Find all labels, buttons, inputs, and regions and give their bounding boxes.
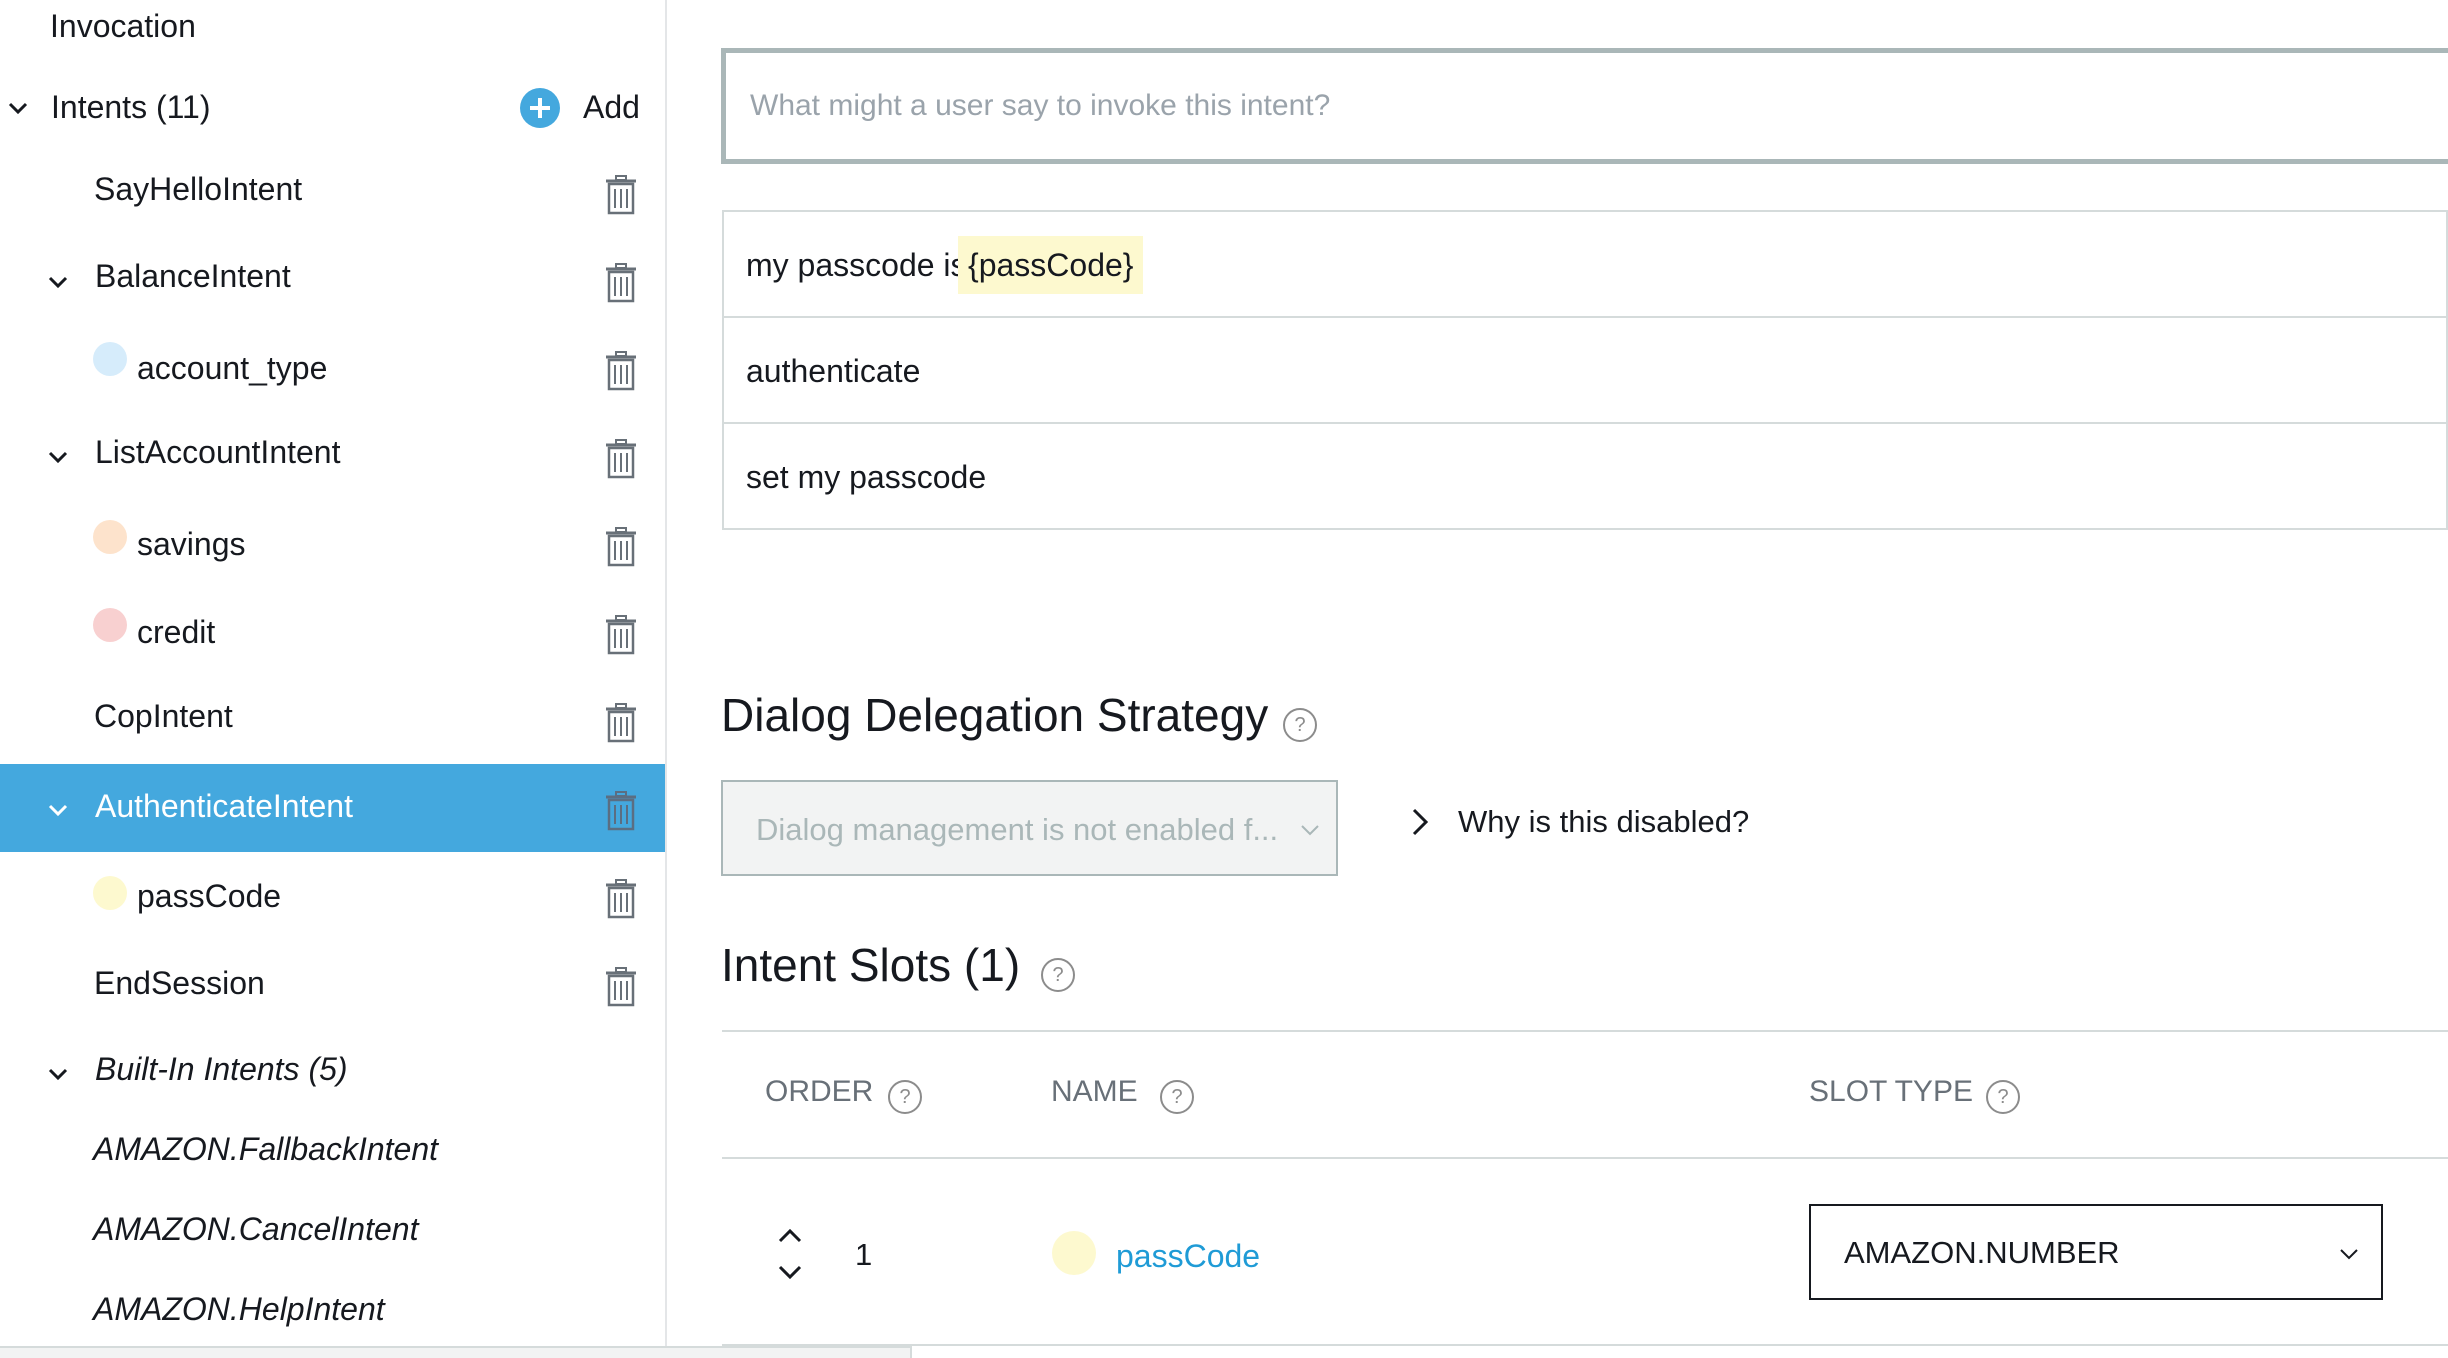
- horizontal-scrollbar[interactable]: [0, 1346, 912, 1358]
- trash-icon[interactable]: [604, 879, 638, 919]
- help-icon[interactable]: ?: [1283, 708, 1317, 742]
- help-icon[interactable]: ?: [888, 1080, 922, 1114]
- sidebar-item-label: BalanceIntent: [95, 258, 291, 294]
- chevron-up-icon[interactable]: [774, 1223, 806, 1247]
- sidebar-item-account-type[interactable]: account_type: [0, 324, 665, 410]
- chevron-down-icon[interactable]: [2, 92, 34, 124]
- slot-color-dot: [93, 520, 127, 554]
- utterance-input-box: [721, 48, 2448, 164]
- utterance-text: my passcode is: [746, 247, 967, 283]
- sidebar-item-label: EndSession: [94, 965, 265, 1001]
- help-icon[interactable]: ?: [1986, 1080, 2020, 1114]
- table-row: 1 passCode AMAZON.NUMBER: [722, 1159, 2448, 1344]
- sidebar-item-label: AuthenticateIntent: [95, 788, 353, 824]
- slot-color-dot: [93, 342, 127, 376]
- help-icon[interactable]: ?: [1160, 1080, 1194, 1114]
- trash-icon[interactable]: [604, 439, 638, 479]
- sidebar-item-listaccountintent[interactable]: ListAccountIntent: [0, 412, 665, 498]
- sidebar-item-endsession[interactable]: EndSession: [0, 940, 665, 1026]
- dialog-delegation-select: Dialog management is not enabled f...: [721, 780, 1338, 876]
- sidebar-item-label: savings: [137, 526, 246, 562]
- add-intent-button[interactable]: Add: [519, 84, 649, 130]
- chevron-down-icon[interactable]: [42, 266, 74, 298]
- utterance-input[interactable]: [748, 83, 2352, 129]
- trash-icon[interactable]: [604, 967, 638, 1007]
- intents-sidebar: Invocation Intents (11) Add SayHelloInte…: [0, 0, 667, 1358]
- column-header-order: ORDER: [765, 1075, 874, 1108]
- sidebar-item-sayhellointent[interactable]: SayHelloIntent: [0, 150, 665, 236]
- sidebar-item-label: ListAccountIntent: [95, 434, 341, 470]
- intents-header-label[interactable]: Intents (11): [51, 87, 210, 127]
- trash-icon[interactable]: [604, 527, 638, 567]
- chevron-down-icon[interactable]: [42, 441, 74, 473]
- slots-table-bottom-border: [722, 1344, 2448, 1346]
- slot-order-value: 1: [855, 1237, 873, 1272]
- slot-token[interactable]: {passCode}: [958, 236, 1144, 294]
- sidebar-item-passcode[interactable]: passCode: [0, 852, 665, 938]
- utterance-text: set my passcode: [746, 459, 987, 495]
- trash-icon[interactable]: [604, 615, 638, 655]
- utterance-text: authenticate: [746, 353, 921, 389]
- slot-color-dot: [1052, 1231, 1096, 1275]
- slots-table-top-border: [722, 1030, 2448, 1032]
- dialog-delegation-heading: Dialog Delegation Strategy: [721, 689, 1269, 741]
- trash-icon[interactable]: [604, 791, 638, 831]
- sidebar-item-credit[interactable]: credit: [0, 588, 665, 674]
- utterance-row[interactable]: my passcode is {passCode}: [722, 212, 2448, 318]
- chevron-down-icon[interactable]: [42, 1058, 74, 1090]
- why-disabled-label: Why is this disabled?: [1458, 804, 1750, 839]
- sidebar-item-invocation[interactable]: Invocation: [50, 6, 196, 46]
- why-disabled-link[interactable]: Why is this disabled?: [1400, 800, 1760, 846]
- chevron-down-icon[interactable]: [774, 1261, 806, 1285]
- chevron-down-icon[interactable]: [42, 794, 74, 826]
- sidebar-item-savings[interactable]: savings: [0, 500, 665, 586]
- chevron-down-icon: [1301, 825, 1319, 836]
- trash-icon[interactable]: [604, 351, 638, 391]
- sidebar-item-authenticateintent[interactable]: AuthenticateIntent: [0, 764, 665, 852]
- column-header-slot-type: SLOT TYPE: [1809, 1075, 1973, 1108]
- chevron-down-icon: [2340, 1249, 2358, 1260]
- sidebar-item-amazon-helpintent[interactable]: AMAZON.HelpIntent: [93, 1289, 385, 1329]
- sidebar-item-balanceintent[interactable]: BalanceIntent: [0, 236, 665, 322]
- sidebar-item-amazon-fallbackintent[interactable]: AMAZON.FallbackIntent: [93, 1129, 438, 1169]
- add-label: Add: [583, 89, 640, 125]
- builtin-intents-header[interactable]: Built-In Intents (5): [95, 1049, 348, 1089]
- plus-circle-icon: [520, 88, 560, 128]
- trash-icon[interactable]: [604, 703, 638, 743]
- utterance-row[interactable]: authenticate: [722, 318, 2448, 424]
- help-icon[interactable]: ?: [1041, 958, 1075, 992]
- sidebar-item-amazon-cancelintent[interactable]: AMAZON.CancelIntent: [93, 1209, 418, 1249]
- sidebar-item-label: CopIntent: [94, 698, 233, 734]
- chevron-right-icon: [1412, 808, 1429, 836]
- sample-utterances-heading-cutoff: [722, 0, 1162, 8]
- sidebar-item-label: credit: [137, 614, 216, 650]
- utterance-row[interactable]: set my passcode: [722, 424, 2448, 530]
- sidebar-item-label: passCode: [137, 878, 282, 914]
- slot-color-dot: [93, 608, 127, 642]
- sidebar-item-copintent[interactable]: CopIntent: [0, 676, 665, 762]
- slot-name-link[interactable]: passCode: [1116, 1236, 1260, 1276]
- slot-type-value: AMAZON.NUMBER: [1844, 1235, 2120, 1270]
- slot-color-dot: [93, 876, 127, 910]
- column-header-name: NAME: [1051, 1075, 1138, 1108]
- trash-icon[interactable]: [604, 263, 638, 303]
- dialog-select-value: Dialog management is not enabled f...: [756, 812, 1279, 847]
- sidebar-item-label: SayHelloIntent: [94, 171, 303, 207]
- trash-icon[interactable]: [604, 175, 638, 215]
- intent-slots-heading: Intent Slots (1): [721, 939, 1021, 991]
- sidebar-item-label: account_type: [137, 350, 328, 386]
- slot-type-select[interactable]: AMAZON.NUMBER: [1809, 1204, 2383, 1300]
